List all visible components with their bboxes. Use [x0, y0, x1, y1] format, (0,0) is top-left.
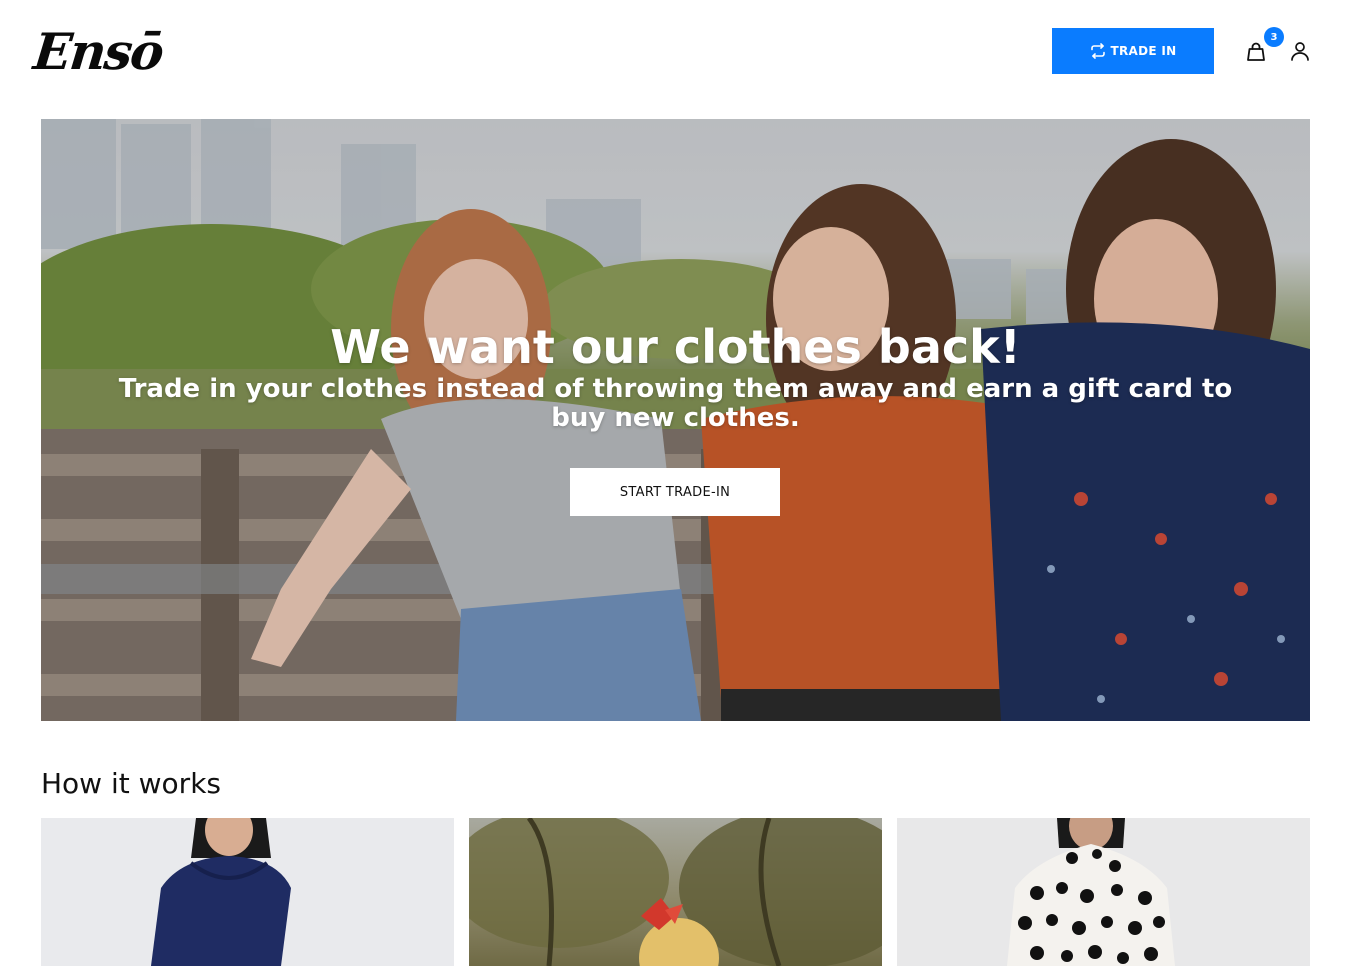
how-it-works-card-1[interactable] — [41, 818, 454, 966]
hero-title: We want our clothes back! — [330, 320, 1021, 374]
shopping-bag-icon[interactable] — [1244, 40, 1268, 64]
girl-red-bow-image — [469, 818, 882, 966]
woman-hoodie-image — [151, 818, 291, 966]
trade-in-label: TRADE IN — [1110, 44, 1177, 58]
how-it-works-title: How it works — [41, 767, 221, 800]
trade-arrows-icon — [1090, 43, 1106, 59]
hero-text: We want our clothes back! Trade in your … — [41, 319, 1310, 433]
user-icon[interactable] — [1289, 40, 1311, 62]
page: Ensō TRADE IN 3 We want our clothes back… — [0, 0, 1360, 966]
trade-in-button[interactable]: TRADE IN — [1052, 28, 1214, 74]
start-trade-in-button[interactable]: START TRADE-IN — [570, 468, 780, 516]
cart-count-badge: 3 — [1264, 27, 1284, 47]
hero-banner: We want our clothes back! Trade in your … — [41, 119, 1310, 721]
site-header: Ensō TRADE IN 3 — [0, 0, 1360, 100]
brand-logo[interactable]: Ensō — [31, 14, 165, 88]
hero-subtitle: Trade in your clothes instead of throwin… — [118, 374, 1233, 433]
woman-polka-dot-image — [1007, 818, 1175, 966]
how-it-works-card-2[interactable] — [469, 818, 882, 966]
how-it-works-card-3[interactable] — [897, 818, 1310, 966]
